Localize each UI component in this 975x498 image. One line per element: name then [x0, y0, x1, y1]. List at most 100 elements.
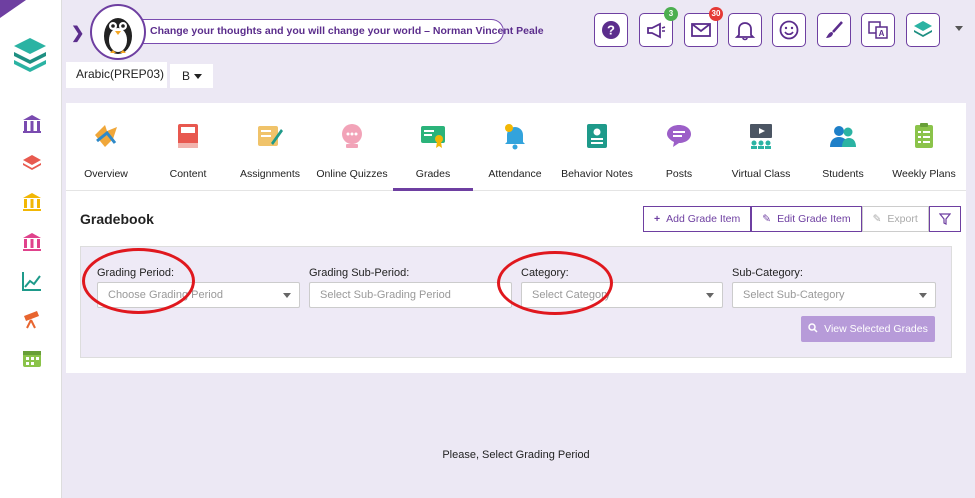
caret-down-icon [283, 293, 291, 298]
account-dropdown-icon[interactable] [955, 26, 963, 31]
telescope-icon[interactable] [21, 308, 43, 330]
overview-icon [95, 125, 117, 147]
courses-stack-icon[interactable] [21, 152, 43, 174]
grading-sub-period-placeholder: Select Sub-Grading Period [320, 289, 451, 301]
avatar[interactable] [90, 4, 146, 60]
mood-button[interactable] [772, 13, 806, 47]
grading-sub-period-select[interactable]: Select Sub-Grading Period [309, 282, 512, 308]
tab-label: Behavior Notes [561, 168, 633, 180]
quiz-icon [342, 124, 362, 148]
tab-assignments[interactable]: Assignments [230, 121, 310, 191]
question-icon: ? [602, 21, 620, 39]
svg-text:A: A [879, 29, 885, 38]
section-selector[interactable]: B [170, 64, 213, 88]
translate-icon: A [868, 21, 888, 39]
tab-label: Posts [665, 168, 693, 180]
calendar-icon[interactable] [21, 347, 43, 369]
tab-label: Virtual Class [731, 168, 791, 180]
department-icon[interactable] [21, 231, 43, 253]
tab-virtual-class[interactable]: Virtual Class [721, 121, 801, 191]
pencil-icon: ✎ [762, 213, 772, 225]
caret-down-icon [919, 293, 927, 298]
sidebar-corner [0, 0, 26, 18]
caret-down-icon [194, 74, 203, 80]
announcements-button[interactable]: 3 [639, 7, 678, 47]
tab-online-quizzes[interactable]: Online Quizzes [312, 121, 392, 191]
virtual-class-icon [750, 124, 772, 149]
sub-category-placeholder: Select Sub-Category [743, 289, 845, 301]
tab-content[interactable]: Content [148, 121, 228, 191]
plus-icon: + [654, 213, 661, 225]
highlight-circle-category [497, 251, 613, 315]
tab-posts[interactable]: Posts [639, 121, 719, 191]
export-label: Export [887, 213, 918, 225]
sub-category-label: Sub-Category: [732, 267, 803, 279]
tab-label: Online Quizzes [316, 168, 388, 180]
tab-attendance[interactable]: Attendance [475, 121, 555, 191]
tab-label: Students [822, 168, 864, 180]
section-value: B [182, 69, 191, 83]
page-title: Gradebook [80, 211, 154, 227]
sub-category-select[interactable]: Select Sub-Category [732, 282, 936, 308]
messages-button[interactable]: 30 [684, 7, 723, 47]
platform-button[interactable] [906, 13, 940, 47]
search-icon [808, 322, 818, 336]
students-icon [830, 126, 856, 147]
main-panel: Overview Content Assignments Online Quiz… [66, 103, 966, 373]
empty-state-message: Please, Select Grading Period [442, 449, 590, 461]
megaphone-icon [647, 22, 666, 39]
grading-sub-period-label: Grading Sub-Period: [309, 267, 410, 279]
messages-badge: 30 [709, 7, 723, 21]
tab-weekly-plans[interactable]: Weekly Plans [884, 121, 964, 191]
language-button[interactable]: A [861, 13, 895, 47]
analytics-chart-icon[interactable] [21, 270, 43, 292]
assignment-icon [258, 126, 283, 146]
tab-label: Weekly Plans [892, 168, 956, 180]
view-selected-grades-button[interactable]: View Selected Grades [801, 316, 935, 342]
chat-bubble-icon [667, 125, 691, 147]
gradebook-actions: + Add Grade Item ✎ Edit Grade Item ✎ Export [643, 206, 961, 232]
theme-button[interactable] [817, 13, 851, 47]
weekly-plans-icon [915, 123, 933, 148]
sidebar-toggle-icon[interactable]: ❯ [71, 23, 84, 43]
bell-icon [734, 22, 756, 41]
sidebar [0, 0, 62, 498]
smiley-icon [779, 20, 799, 40]
book-icon [178, 124, 198, 148]
certificate-icon [421, 126, 445, 148]
svg-text:?: ? [607, 23, 615, 38]
tab-grades[interactable]: Grades [393, 121, 473, 191]
tab-behavior-notes[interactable]: Behavior Notes [557, 121, 637, 191]
caret-down-icon [706, 293, 714, 298]
behavior-notes-icon [587, 124, 607, 148]
tab-label: Content [169, 168, 207, 180]
pencil-icon: ✎ [872, 213, 882, 225]
highlight-circle-grading-period [82, 248, 195, 314]
tab-label: Assignments [239, 168, 301, 180]
tab-overview[interactable]: Overview [66, 121, 146, 191]
edit-grade-item-button[interactable]: ✎ Edit Grade Item [751, 206, 862, 232]
notifications-button[interactable] [728, 13, 762, 47]
edit-grade-item-label: Edit Grade Item [777, 213, 851, 225]
filter-icon [938, 213, 951, 225]
attendance-bell-icon [505, 124, 525, 150]
announcements-badge: 3 [664, 7, 678, 21]
tab-label: Grades [415, 168, 451, 180]
add-grade-item-button[interactable]: + Add Grade Item [643, 206, 752, 232]
view-selected-grades-label: View Selected Grades [824, 323, 928, 335]
top-bar: ❯ Change your thoughts and you will chan… [62, 0, 975, 62]
tab-students[interactable]: Students [803, 121, 883, 191]
motivational-quote: Change your thoughts and you will change… [142, 19, 544, 44]
app-logo-icon[interactable] [10, 34, 50, 79]
course-tabs: Overview Content Assignments Online Quiz… [66, 103, 966, 191]
mail-icon [691, 23, 711, 37]
school-icon[interactable] [21, 113, 43, 135]
course-selector[interactable]: Arabic(PREP03) [66, 62, 167, 88]
help-button[interactable]: ? [594, 13, 628, 47]
export-button[interactable]: ✎ Export [861, 206, 929, 232]
institution-icon[interactable] [21, 191, 43, 213]
tab-label: Overview [84, 168, 128, 180]
brush-icon [826, 21, 843, 38]
filter-button[interactable] [928, 206, 961, 232]
add-grade-item-label: Add Grade Item [666, 213, 741, 225]
